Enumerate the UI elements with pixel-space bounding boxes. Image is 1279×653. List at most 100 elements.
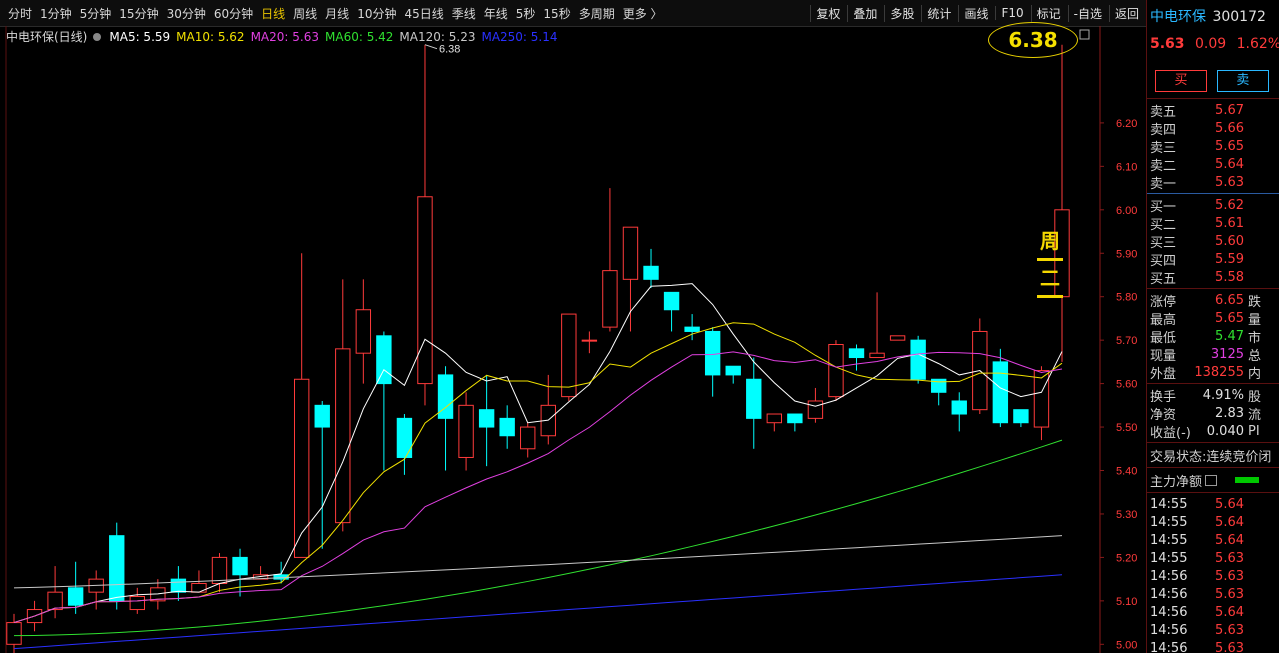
sell-button[interactable]: 卖: [1216, 70, 1269, 92]
stat2-row-value: 4.91%: [1202, 387, 1244, 403]
toolbar-button[interactable]: 返回: [1108, 4, 1144, 22]
toolbar-button[interactable]: 统计: [921, 4, 956, 22]
period-tab[interactable]: 45日线: [400, 5, 447, 22]
candle-body: [910, 339, 926, 380]
bid-row: 买四 5.59: [1147, 250, 1279, 269]
stat2-row: 净资 2.83 流: [1147, 404, 1279, 423]
weekday-bar: [1037, 258, 1063, 261]
stat-row-label: 外盘: [1150, 366, 1177, 382]
period-tab[interactable]: 60分钟: [210, 5, 257, 22]
candle-body: [314, 404, 330, 428]
candle-body: [787, 413, 803, 424]
period-tab[interactable]: 季线: [448, 5, 480, 22]
weekday-marker: 周 二: [1037, 226, 1063, 300]
stat2-row: 收益(-) 0.040 PI: [1147, 422, 1279, 441]
tick-row-value: 5.63: [1215, 586, 1244, 602]
ask-row-value: 5.67: [1215, 102, 1244, 118]
period-tab[interactable]: 10分钟: [353, 5, 400, 22]
ask-row-label: 卖五: [1150, 104, 1177, 120]
candle-body: [109, 535, 125, 602]
tick-row-label: 14:56: [1150, 640, 1188, 653]
bid-row-label: 买二: [1150, 217, 1177, 233]
ma-legend-item: MA120: 5.23: [399, 29, 476, 44]
period-tab[interactable]: 分时: [4, 5, 36, 22]
stat-row-label: 现量: [1150, 348, 1177, 364]
toolbar-button[interactable]: 复权: [810, 4, 845, 22]
ma-legend-item: MA60: 5.42: [325, 29, 394, 44]
highlight-price: 6.38: [1008, 28, 1058, 52]
candle-body: [396, 417, 413, 458]
tick-row-value: 5.63: [1215, 640, 1244, 653]
candle-body: [67, 587, 84, 606]
stat2-row-label: 换手: [1150, 389, 1177, 405]
period-tab[interactable]: 1分钟: [36, 5, 76, 22]
toolbar-button[interactable]: 标记: [1030, 4, 1066, 22]
y-tick-label: 5.60: [1116, 379, 1137, 391]
kline-chart[interactable]: 6.20 6.10 6.00 5.90 5.80 5.70 5.60 5.50 5.40 5.30…: [0, 22, 1146, 653]
y-tick-label: 5.20: [1116, 552, 1137, 564]
y-tick-label: 5.90: [1116, 248, 1137, 260]
candle-body: [273, 574, 289, 580]
candle-body: [355, 309, 372, 354]
candle-body: [602, 270, 618, 328]
y-tick-label: 5.40: [1116, 466, 1137, 478]
candle-body: [520, 426, 536, 450]
tick-row: 14:55 5.63: [1147, 549, 1279, 567]
ma5-line: [13, 283, 1063, 624]
candle-body: [684, 326, 700, 332]
trade-status: 连续竞价闭: [1206, 449, 1272, 465]
ask-row-label: 卖一: [1150, 176, 1177, 192]
toolbar-button[interactable]: 画线: [958, 4, 993, 22]
stat-row: 现量 3125 总: [1147, 345, 1279, 364]
ask-row: 卖一 5.63: [1147, 173, 1279, 192]
bid-row-label: 买五: [1150, 271, 1177, 287]
toolbar-button[interactable]: -自选: [1067, 4, 1107, 22]
candle-body: [828, 344, 844, 398]
toolbar-button[interactable]: F10: [995, 6, 1028, 20]
candle-body: [458, 404, 474, 458]
tick-row-label: 14:55: [1150, 532, 1188, 548]
period-tab[interactable]: 年线: [480, 5, 512, 22]
candle-body: [581, 339, 598, 342]
kline-svg[interactable]: 6.20 6.10 6.00 5.90 5.80 5.70 5.60 5.50 5.40 5.30…: [0, 26, 1146, 653]
bid-row-label: 买三: [1150, 235, 1177, 251]
period-tabs: 分时 1分钟 5分钟 15分钟 30分钟 60分钟 日线 周线 月线 10分钟 45日线 季线 年线 5秒…: [4, 0, 667, 26]
stat-row: 最高 5.65 量: [1147, 309, 1279, 328]
period-tab[interactable]: 5分钟: [76, 5, 116, 22]
period-tab[interactable]: 15秒: [539, 5, 574, 22]
list-icon[interactable]: [1205, 474, 1218, 486]
settings-dot-icon[interactable]: [93, 32, 102, 41]
ma60-line: [13, 439, 1063, 637]
candle-body: [869, 352, 885, 359]
period-tab[interactable]: 多周期: [575, 5, 619, 22]
ask-book: 卖五 5.67 卖四 5.66 卖三 5.65 卖二 5.64 卖一 5.63: [1147, 101, 1279, 192]
period-tab[interactable]: 周线: [289, 5, 321, 22]
weekday-num: 二: [1040, 266, 1060, 290]
candle-body: [6, 622, 22, 645]
ma-legend: 中电环保(日线) MA5: 5.59 MA10: 5.62 MA20: 5.63 MA…: [6, 28, 558, 45]
toolbar-button[interactable]: 叠加: [847, 4, 882, 22]
price-highlight-bubble: 6.38: [988, 22, 1078, 58]
tick-row-value: 5.63: [1215, 550, 1244, 566]
period-tab[interactable]: 30分钟: [163, 5, 210, 22]
toolbar-button[interactable]: 多股: [884, 4, 919, 22]
period-tab[interactable]: 更多 〉: [619, 5, 667, 22]
ask-row-value: 5.64: [1215, 156, 1244, 172]
candle-body: [561, 313, 577, 398]
y-tick-label: 6.00: [1116, 205, 1137, 217]
ask-row: 卖五 5.67: [1147, 101, 1279, 120]
high-price-label: 6.38: [439, 44, 460, 56]
period-tab[interactable]: 5秒: [512, 5, 540, 22]
stat-row-value: 6.65: [1215, 292, 1244, 308]
buy-button[interactable]: 买: [1155, 70, 1207, 92]
candle-body: [478, 409, 495, 428]
period-tab[interactable]: 月线: [321, 5, 353, 22]
tick-row: 14:56 5.64: [1147, 603, 1279, 621]
y-tick-label: 5.30: [1116, 509, 1137, 521]
ask-row-value: 5.66: [1215, 120, 1244, 136]
stat-row-value: 5.47: [1215, 328, 1244, 344]
period-tab[interactable]: 15分钟: [115, 5, 162, 22]
period-tab[interactable]: 日线: [257, 5, 289, 22]
candle-body: [643, 265, 659, 280]
stat2-row-value: 0.040: [1206, 423, 1244, 439]
